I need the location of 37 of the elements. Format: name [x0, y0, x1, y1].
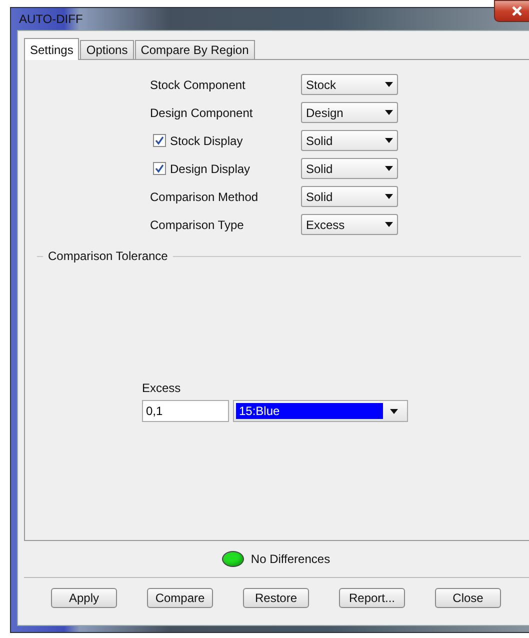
caret-icon: [385, 138, 393, 143]
dropdown[interactable]: Stock: [301, 74, 398, 95]
setting-label: Comparison Type: [150, 218, 245, 232]
color-dropdown[interactable]: 15:Blue: [233, 400, 408, 422]
checkmark-icon: [155, 136, 164, 145]
checkbox[interactable]: Stock Display: [150, 134, 301, 148]
caret-icon: [385, 222, 393, 227]
field-label: Excess: [142, 381, 182, 395]
caret-icon: [385, 110, 393, 115]
dropdown[interactable]: Excess: [301, 214, 398, 235]
dialog-button[interactable]: Compare: [147, 588, 213, 608]
dropdown[interactable]: Solid: [301, 130, 398, 151]
tab[interactable]: Options: [80, 40, 134, 59]
tab[interactable]: Settings: [24, 38, 80, 60]
dialog-button[interactable]: Close: [435, 588, 501, 608]
setting-label: Stock Component: [150, 78, 246, 92]
close-button[interactable]: [494, 0, 529, 22]
dropdown[interactable]: Design: [301, 102, 398, 123]
close-icon: [511, 5, 523, 17]
checkmark-icon: [155, 164, 164, 173]
caret-icon: [390, 408, 398, 414]
window-title: AUTO-DIFF: [18, 12, 83, 26]
dialog-button[interactable]: Restore: [243, 588, 309, 608]
dialog-button[interactable]: Report...: [339, 588, 405, 608]
caret-icon: [385, 82, 393, 87]
caret-icon: [385, 166, 393, 171]
status-text: No Differences: [250, 552, 330, 566]
group-title: Comparison Tolerance: [48, 249, 168, 263]
tab[interactable]: Compare By Region: [134, 40, 255, 59]
setting-label: Design Component: [150, 106, 254, 120]
checkbox[interactable]: Design Display: [150, 162, 301, 176]
dialog-button[interactable]: Apply: [51, 588, 117, 608]
caret-icon: [385, 194, 393, 199]
input-field[interactable]: 0,1: [142, 400, 229, 422]
setting-label: Comparison Method: [150, 190, 260, 204]
dropdown[interactable]: Solid: [301, 158, 398, 179]
dropdown[interactable]: Solid: [301, 186, 398, 207]
